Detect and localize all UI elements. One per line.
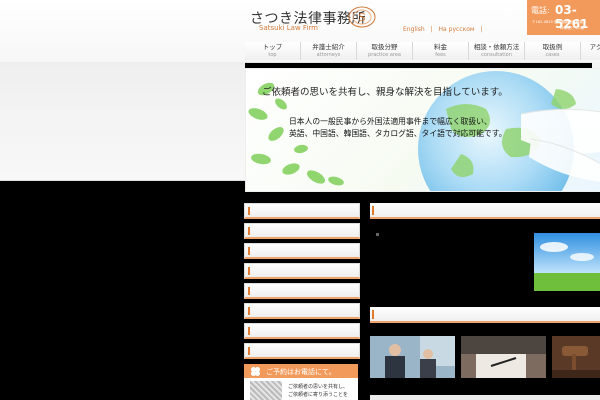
sidebar-item[interactable] xyxy=(244,243,360,259)
address-line-1: 〒162-0825 東京都新宿区神楽 xyxy=(532,20,583,24)
nav-cases-sublabel: cases xyxy=(545,52,560,58)
clover-icon xyxy=(251,367,260,376)
nav-consultation-sublabel: consultation xyxy=(481,52,512,58)
reservation-text-line-2: ご依頼者に寄り添うことを xyxy=(288,392,349,398)
header-shadow-band xyxy=(0,62,245,181)
section-header-bar xyxy=(370,307,600,323)
list-bullet xyxy=(376,233,379,236)
nav-access[interactable]: アク xyxy=(581,42,600,60)
banner-text-line-2: 英語、中国語、韓国語、タカログ語、タイ語で対応可能です。 xyxy=(289,129,507,138)
nav-practice-sublabel: practice area xyxy=(368,52,401,58)
language-links: English | На русском | xyxy=(403,26,486,33)
nav-consultation[interactable]: 相談・依頼方法 consultation xyxy=(469,42,525,60)
address-line-2: 神楽坂ビル2階 xyxy=(560,26,584,30)
banner-text-line-1: 日本人の一般民事から外国法適用事件まで幅広く取扱い、 xyxy=(289,117,492,126)
nav-attorneys-label: 弁護士紹介 xyxy=(312,43,345,51)
banner-title: ご依頼者の思いを共有し、親身な解決を目指しています。 xyxy=(262,87,508,98)
lang-russian-link[interactable]: На русском xyxy=(439,26,475,33)
sidebar-item[interactable] xyxy=(244,203,360,219)
nav-consultation-label: 相談・依頼方法 xyxy=(473,43,520,51)
sidebar-item[interactable] xyxy=(244,303,360,319)
reservation-text-line-1: ご依頼者の思いを共有し、 xyxy=(288,384,349,390)
sky-field-photo xyxy=(534,233,600,291)
signing-document-photo xyxy=(461,336,546,378)
nav-top[interactable]: トップ top xyxy=(245,42,301,60)
nav-attorneys[interactable]: 弁護士紹介 attorneys xyxy=(301,42,357,60)
sidebar-item[interactable] xyxy=(244,343,360,359)
nav-top-label: トップ xyxy=(262,43,283,51)
nav-fees-label: 料金 xyxy=(434,43,447,51)
section-footer-bar xyxy=(370,395,600,400)
sidebar-item[interactable] xyxy=(244,223,360,239)
nav-practice-area[interactable]: 取扱分野 practice area xyxy=(357,42,413,60)
sidebar-item[interactable] xyxy=(244,283,360,299)
lang-separator-end: | xyxy=(480,26,483,33)
nav-practice-label: 取扱分野 xyxy=(371,43,398,51)
nav-top-sublabel: top xyxy=(268,52,277,58)
business-people-photo xyxy=(370,336,455,378)
lang-separator: | xyxy=(430,26,433,33)
gavel-photo xyxy=(552,336,600,378)
main-nav: トップ top 弁護士紹介 attorneys 取扱分野 practice area … xyxy=(245,42,600,60)
sidebar-item[interactable] xyxy=(244,263,360,279)
nav-attorneys-sublabel: attorneys xyxy=(316,52,341,58)
svg-text:S: S xyxy=(358,11,366,24)
nav-fees-sublabel: fees xyxy=(435,52,446,58)
nav-fees[interactable]: 料金 fees xyxy=(413,42,469,60)
phone-label: 電話: xyxy=(531,6,550,15)
nav-cases[interactable]: 取扱例 cases xyxy=(525,42,581,60)
logo-subtitle: Satsuki Law Firm xyxy=(259,24,318,32)
firm-logo-icon[interactable]: S xyxy=(348,6,376,28)
lang-english-link[interactable]: English xyxy=(403,26,425,33)
section-header-bar xyxy=(370,203,600,219)
reservation-title: ご予約はお電話にて。 xyxy=(266,368,336,376)
nav-access-label: アク xyxy=(589,43,600,51)
keyboard-image xyxy=(250,381,282,400)
nav-cases-label: 取扱例 xyxy=(542,43,563,51)
sidebar-item[interactable] xyxy=(244,323,360,339)
